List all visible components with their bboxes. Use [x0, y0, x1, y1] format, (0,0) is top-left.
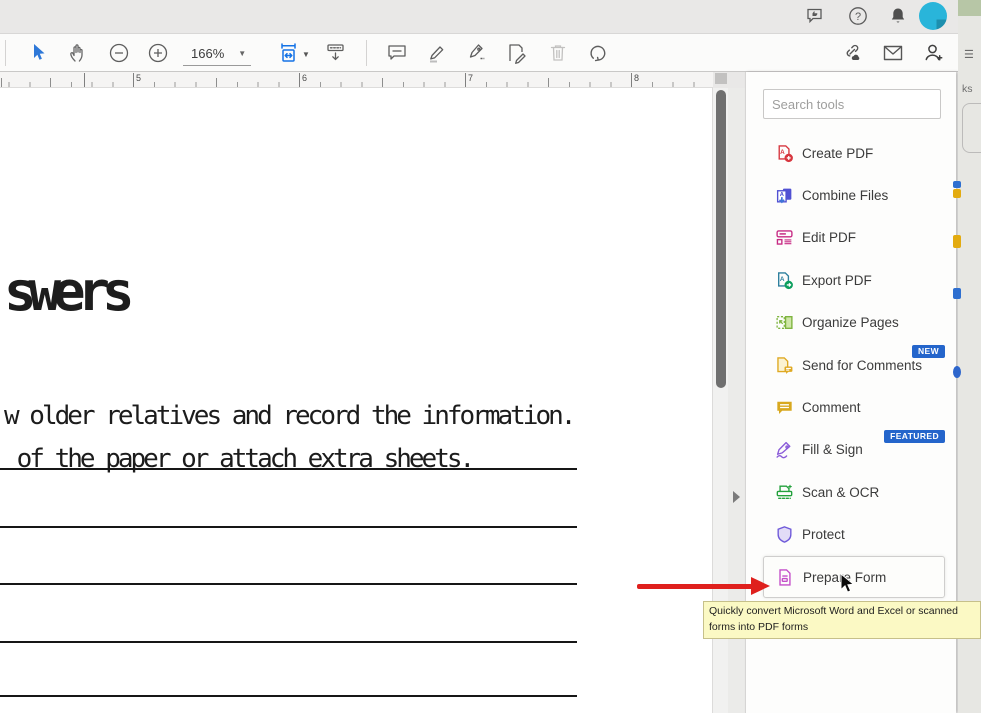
occluded-icon-fragment [953, 288, 961, 299]
edit-page-tool-icon[interactable] [505, 41, 529, 65]
tool-item-export-pdf[interactable]: A Export PDF [763, 259, 945, 301]
tool-item-protect[interactable]: Protect [763, 514, 945, 556]
comment-icon [775, 398, 794, 417]
document-heading-fragment: swers [4, 260, 127, 323]
acrobat-window: ? 166% ▼ ▼ [0, 0, 981, 713]
share-link-icon[interactable] [840, 41, 864, 65]
ruler-number: 7 [468, 73, 473, 83]
horizontal-ruler: 5 6 7 8 [0, 72, 713, 88]
add-account-icon[interactable] [921, 41, 945, 65]
scrollbar-corner [715, 73, 727, 84]
svg-text:A: A [780, 276, 785, 283]
send-for-comments-icon [775, 356, 794, 375]
occluded-icon-fragment [953, 366, 961, 378]
ruler-inch-ticks [0, 73, 713, 87]
hand-tool-icon[interactable] [66, 41, 90, 65]
select-tool-icon[interactable] [26, 41, 50, 65]
toolbar-divider [5, 40, 6, 66]
tool-item-label: Combine Files [802, 188, 888, 203]
annotation-arrow-head [751, 577, 770, 595]
organize-pages-icon [775, 313, 794, 332]
ruler-number: 5 [136, 73, 141, 83]
svg-text:A: A [780, 149, 785, 156]
zoom-level-value: 166% [191, 46, 224, 61]
ruler-number: 8 [634, 73, 639, 83]
account-avatar[interactable] [919, 2, 947, 30]
fill-and-sign-icon [775, 440, 794, 459]
zoom-out-icon[interactable] [107, 41, 131, 65]
writing-line [0, 526, 577, 528]
highlight-tool-icon[interactable] [425, 41, 449, 65]
protect-icon [775, 525, 794, 544]
sign-tool-icon[interactable] [465, 41, 489, 65]
email-icon[interactable] [881, 41, 905, 65]
tool-item-label: Create PDF [802, 146, 873, 161]
title-bar: ? [0, 0, 981, 33]
tool-item-scan-ocr[interactable]: Scan & OCR [763, 471, 945, 513]
document-body-line: w older relatives and record the informa… [4, 401, 573, 431]
tool-item-organize-pages[interactable]: Organize Pages [763, 302, 945, 344]
occluded-button-outline [962, 103, 981, 153]
writing-line [0, 641, 577, 643]
tool-item-label: Comment [802, 400, 861, 415]
delete-tool-icon[interactable] [546, 41, 570, 65]
zoom-in-icon[interactable] [146, 41, 170, 65]
tool-item-label: Organize Pages [802, 315, 899, 330]
chevron-down-icon[interactable]: ▼ [302, 50, 310, 59]
occluded-icon-fragment [953, 235, 961, 248]
tool-item-label: Send for Comments [802, 358, 922, 373]
create-pdf-icon: A [775, 144, 794, 163]
toolbar-divider [366, 40, 367, 66]
occluded-icon-fragment [953, 181, 961, 188]
fit-width-icon[interactable] [278, 41, 302, 65]
tooltip: Quickly convert Microsoft Word and Excel… [703, 601, 981, 639]
document-page: swers w older relatives and record the i… [0, 88, 713, 713]
combine-files-icon: A [775, 186, 794, 205]
scroll-mode-icon[interactable] [324, 41, 348, 65]
ruler-number: 6 [302, 73, 307, 83]
tool-item-create-pdf[interactable]: A Create PDF [763, 132, 945, 174]
tool-item-comment[interactable]: Comment [763, 386, 945, 428]
tools-list: A Create PDF A Combine Files Edit PDF A [763, 132, 945, 598]
quick-tools-bar: 166% ▼ ▼ [0, 33, 981, 72]
scrollbar-thumb[interactable] [716, 90, 726, 388]
redo-tool-icon[interactable] [586, 41, 610, 65]
tool-item-label: Edit PDF [802, 230, 856, 245]
edit-pdf-icon [775, 228, 794, 247]
search-tools-input[interactable] [763, 89, 941, 119]
partial-label: ks [962, 83, 973, 95]
chevron-down-icon: ▼ [238, 49, 246, 58]
new-badge: NEW [912, 345, 945, 359]
zoom-level-control[interactable]: 166% ▼ [183, 41, 251, 66]
mouse-cursor [840, 573, 857, 601]
expand-panel-arrow-icon[interactable] [733, 491, 740, 503]
comment-tool-icon[interactable] [385, 41, 409, 65]
tool-item-fill-and-sign[interactable]: Fill & Sign FEATURED [763, 429, 945, 471]
menu-icon: ☰ [964, 48, 974, 61]
tool-item-label: Protect [802, 527, 845, 542]
help-icon[interactable]: ? [847, 5, 869, 27]
occluded-icon-fragment [953, 189, 961, 198]
prepare-form-icon [776, 568, 795, 587]
annotation-arrow [637, 577, 772, 596]
background-window-fragment [958, 0, 981, 16]
tool-item-label: Fill & Sign [802, 442, 863, 457]
writing-line [0, 583, 577, 585]
featured-badge: FEATURED [884, 430, 945, 444]
writing-line [0, 695, 577, 697]
notifications-icon[interactable] [887, 5, 909, 27]
export-pdf-icon: A [775, 271, 794, 290]
svg-text:?: ? [855, 11, 861, 23]
annotation-arrow-shaft [637, 584, 753, 589]
tool-item-send-for-comments[interactable]: Send for Comments NEW [763, 344, 945, 386]
scan-ocr-icon [775, 483, 794, 502]
tool-item-combine-files[interactable]: A Combine Files [763, 174, 945, 216]
writing-line [0, 468, 577, 470]
tool-item-edit-pdf[interactable]: Edit PDF [763, 217, 945, 259]
tool-item-label: Export PDF [802, 273, 872, 288]
feedback-icon[interactable] [805, 5, 827, 27]
tool-item-label: Scan & OCR [802, 485, 879, 500]
